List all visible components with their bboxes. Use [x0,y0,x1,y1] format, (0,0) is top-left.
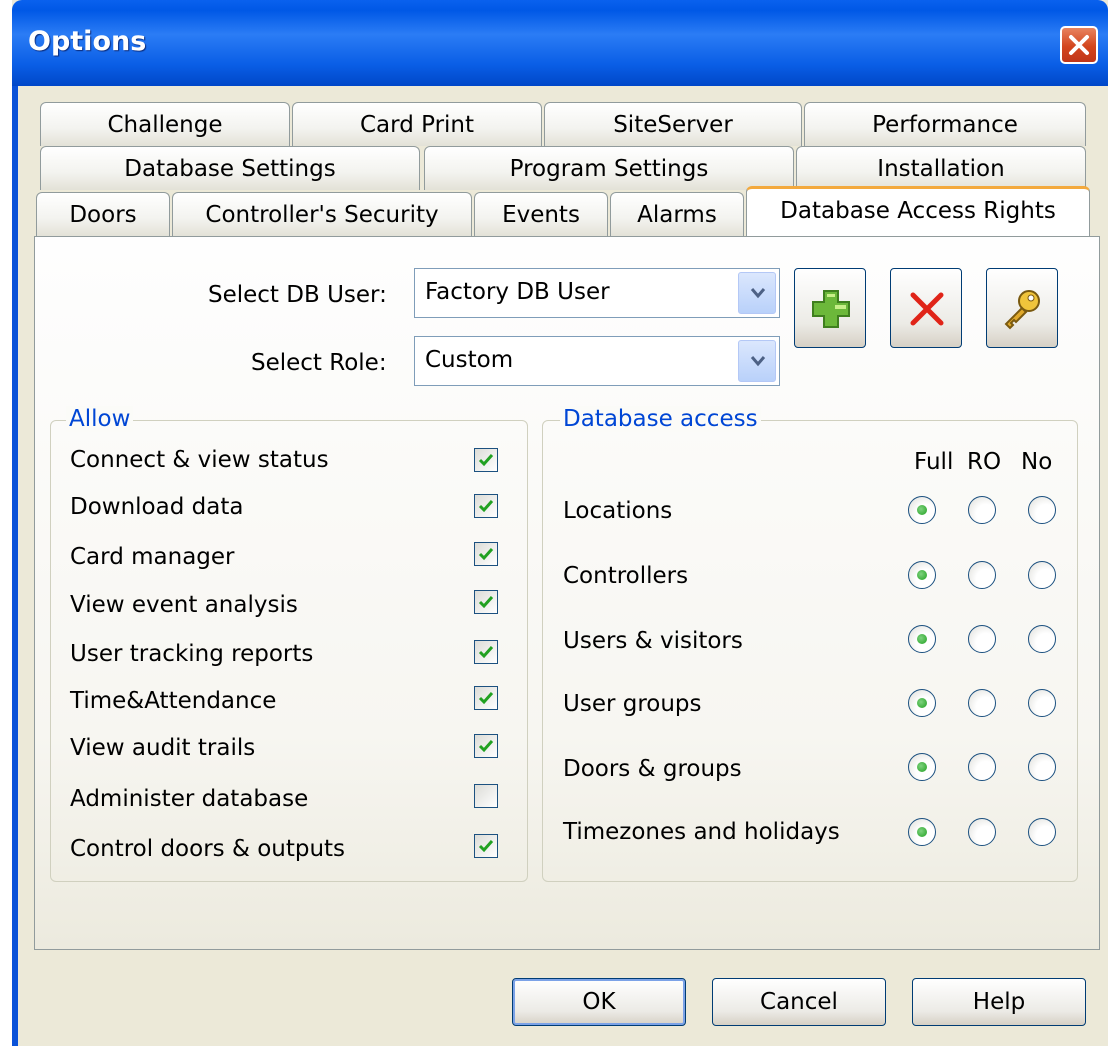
add-user-button[interactable] [794,268,866,348]
access-label-doors-groups: Doors & groups [563,756,742,782]
access-label-user-groups: User groups [563,691,702,717]
checkbox-view-audit-trails[interactable] [474,734,498,758]
add-user-icon [812,290,850,328]
allow-label-administer-database: Administer database [70,786,309,812]
allow-group-title: Allow [66,406,134,432]
chevron-down-icon [750,288,766,299]
radio-controllers-no[interactable] [1028,561,1056,589]
role-select[interactable]: Custom [414,336,780,386]
radio-locations-full[interactable] [908,496,936,524]
radio-users-visitors-ro[interactable] [968,625,996,653]
tab-performance[interactable]: Performance [804,102,1086,146]
radio-controllers-full[interactable] [908,561,936,589]
allow-label-time-attendance: Time&Attendance [70,688,277,714]
role-dropdown-button[interactable] [738,340,776,382]
check-icon [478,500,494,513]
radio-users-visitors-full[interactable] [908,625,936,653]
access-label-locations: Locations [563,498,673,524]
tab-challenge[interactable]: Challenge [40,102,290,146]
access-label-controllers: Controllers [563,563,689,589]
tab-siteserver[interactable]: SiteServer [544,102,802,146]
column-header-no: No [1021,449,1053,475]
access-label-users-visitors: Users & visitors [563,628,743,654]
allow-label-view-audit-trails: View audit trails [70,735,256,761]
radio-timezones-holidays-full[interactable] [908,818,936,846]
check-icon [478,548,494,561]
radio-user-groups-ro[interactable] [968,689,996,717]
checkbox-user-tracking-reports[interactable] [474,640,498,664]
radio-doors-groups-no[interactable] [1028,753,1056,781]
window-title: Options [28,26,147,57]
checkbox-view-event-analysis[interactable] [474,590,498,614]
role-value: Custom [425,347,514,373]
checkbox-card-manager[interactable] [474,542,498,566]
close-button[interactable] [1060,26,1098,64]
radio-timezones-holidays-no[interactable] [1028,818,1056,846]
tab-doors[interactable]: Doors [36,192,170,236]
radio-doors-groups-full[interactable] [908,753,936,781]
allow-label-connect-view-status: Connect & view status [70,447,329,473]
check-icon [478,840,494,853]
radio-controllers-ro[interactable] [968,561,996,589]
access-label-timezones-holidays: Timezones and holidays [563,819,840,845]
checkbox-control-doors-outputs[interactable] [474,834,498,858]
allow-label-control-doors-outputs: Control doors & outputs [70,836,346,862]
db-user-select[interactable]: Factory DB User [414,268,780,318]
radio-locations-no[interactable] [1028,496,1056,524]
db-user-dropdown-button[interactable] [738,272,776,314]
allow-label-user-tracking-reports: User tracking reports [70,641,314,667]
close-icon [1069,35,1089,55]
check-icon [478,740,494,753]
password-button[interactable] [986,268,1058,348]
delete-user-button[interactable] [890,268,962,348]
radio-locations-ro[interactable] [968,496,996,524]
tab-database-settings[interactable]: Database Settings [40,146,420,190]
check-icon [478,692,494,705]
tab-program-settings[interactable]: Program Settings [424,146,794,190]
tab-card-print[interactable]: Card Print [292,102,542,146]
radio-timezones-holidays-ro[interactable] [968,818,996,846]
allow-label-card-manager: Card manager [70,544,235,570]
check-icon [478,596,494,609]
tab-alarms[interactable]: Alarms [610,192,744,236]
radio-doors-groups-ro[interactable] [968,753,996,781]
select-role-label: Select Role: [251,350,387,376]
radio-user-groups-no[interactable] [1028,689,1056,717]
radio-users-visitors-no[interactable] [1028,625,1056,653]
cancel-button[interactable]: Cancel [712,978,886,1026]
column-header-full: Full [914,449,954,475]
title-bar[interactable]: Options [12,0,1108,86]
allow-label-download-data: Download data [70,494,244,520]
checkbox-connect-view-status[interactable] [474,448,498,472]
tab-database-access-rights[interactable]: Database Access Rights [746,186,1090,236]
checkbox-download-data[interactable] [474,494,498,518]
checkbox-administer-database[interactable] [474,784,498,808]
check-icon [478,454,494,467]
help-button[interactable]: Help [912,978,1086,1026]
tab-installation[interactable]: Installation [796,146,1086,190]
db-user-value: Factory DB User [425,279,610,305]
checkbox-time-attendance[interactable] [474,686,498,710]
delete-user-icon [910,292,944,326]
chevron-down-icon [750,356,766,367]
tab-controllers-security[interactable]: Controller's Security [172,192,472,236]
allow-label-view-event-analysis: View event analysis [70,592,298,618]
select-db-user-label: Select DB User: [208,282,387,308]
tab-events[interactable]: Events [474,192,608,236]
window-border [12,86,18,1046]
radio-user-groups-full[interactable] [908,689,936,717]
options-dialog: Options Challenge Card Print SiteServer … [12,0,1108,1046]
ok-button[interactable]: OK [512,978,686,1026]
password-key-icon [1004,290,1040,330]
check-icon [478,646,494,659]
database-access-group-title: Database access [560,406,761,432]
column-header-ro: RO [967,449,1002,475]
